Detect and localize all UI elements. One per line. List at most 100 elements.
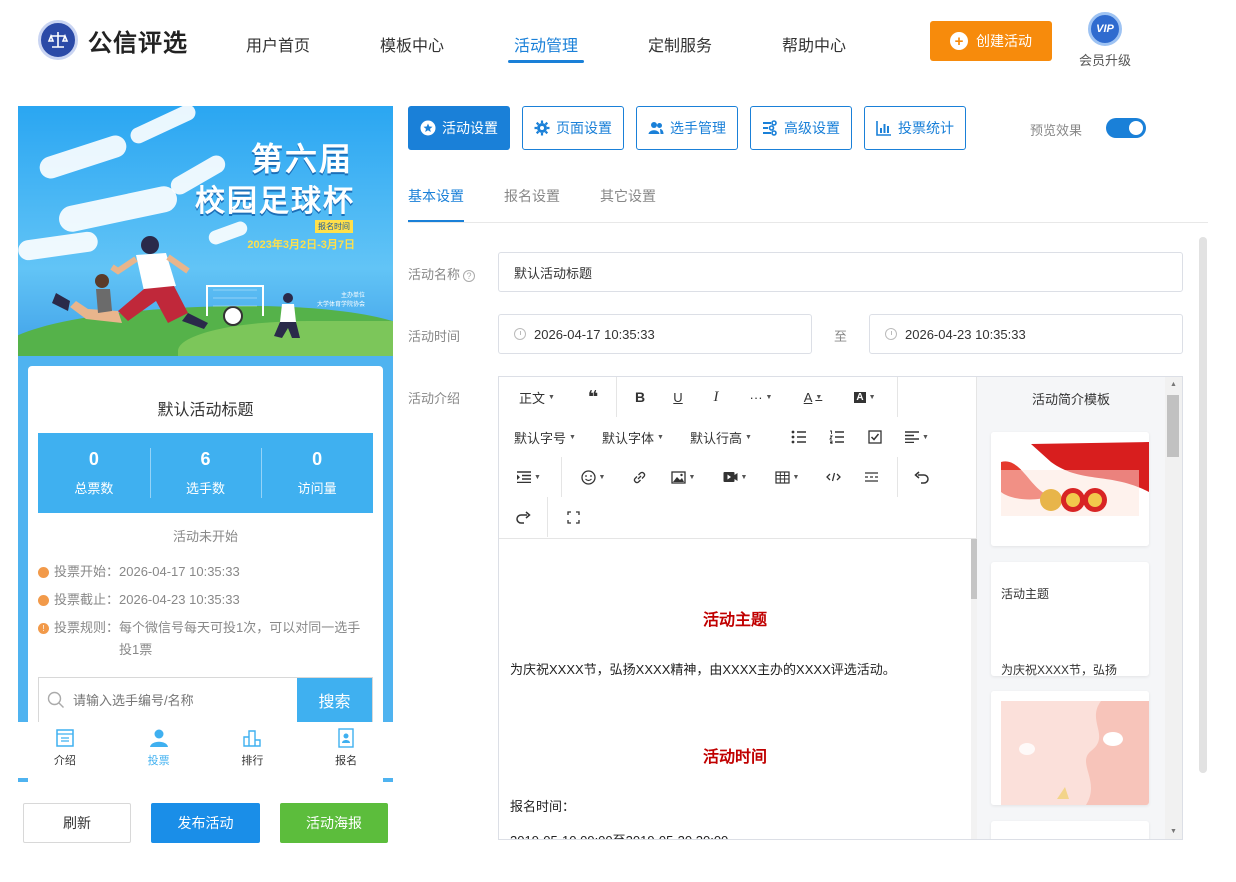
bold-button[interactable]: B [625, 377, 655, 417]
stats-panel: 0 总票数 6 选手数 0 访问量 [38, 433, 373, 513]
video-dropdown[interactable]: ▼ [717, 457, 753, 497]
banner-date: 2023年3月2日-3月7日 [247, 239, 355, 251]
template-card[interactable] [991, 432, 1149, 546]
vip-label: 会员升级 [1078, 53, 1131, 68]
vote-rule-row: ! 投票规则： 每个微信号每天可投1次，可以对同一选手投1票 [38, 617, 373, 661]
tab-vote[interactable]: 投票 [112, 722, 206, 778]
banner-title-line1: 第六届 [250, 141, 353, 177]
background-color-dropdown[interactable]: A ▼ [847, 377, 883, 417]
banner-title-line2: 校园足球杯 [195, 185, 355, 218]
nav-user-home[interactable]: 用户首页 [246, 32, 310, 56]
table-dropdown[interactable]: ▼ [769, 457, 805, 497]
activity-name-input[interactable] [498, 252, 1183, 292]
activity-poster-button[interactable]: 活动海报 [280, 803, 388, 843]
bar-chart-icon [876, 121, 891, 136]
template-card[interactable]: 活动主题 为庆祝XXXX节，弘扬 [991, 562, 1149, 676]
end-time-picker[interactable]: 2026-04-23 10:35:33 [869, 314, 1183, 354]
template-card[interactable] [991, 821, 1149, 839]
indent-dropdown[interactable]: ▼ [511, 457, 547, 497]
fullscreen-icon[interactable] [559, 497, 587, 537]
star-circle-icon [420, 120, 436, 136]
more-format-dropdown[interactable]: ··· ▼ [743, 377, 779, 417]
editor-content[interactable]: 活动主题 为庆祝XXXX节，弘扬XXXX精神，由XXXX主办的XXXX评选活动。… [499, 539, 971, 839]
search-icon [47, 691, 64, 708]
font-size-dropdown[interactable]: 默认字号 ▼ [511, 417, 579, 457]
underline-button[interactable]: U [663, 377, 693, 417]
info-icon: ! [38, 623, 49, 634]
search-input[interactable] [39, 678, 297, 722]
help-icon[interactable]: ? [463, 270, 476, 282]
template-scrollbar[interactable]: ▲ ▼ [1165, 377, 1182, 839]
refresh-button[interactable]: 刷新 [23, 803, 131, 843]
code-icon[interactable] [819, 457, 847, 497]
settings-scrollbar[interactable] [1199, 237, 1207, 773]
divider-line-icon[interactable] [857, 457, 885, 497]
tab-page-settings[interactable]: 页面设置 [522, 106, 624, 150]
nav-custom-service[interactable]: 定制服务 [648, 32, 712, 56]
vip-upgrade[interactable]: VIP 会员升级 [1076, 12, 1134, 69]
mobile-tabbar: 介绍 投票 排行 报名 [18, 722, 393, 778]
subtab-divider [408, 222, 1208, 223]
search-button[interactable]: 搜索 [297, 678, 372, 722]
user-icon [149, 729, 168, 747]
template-card[interactable] [991, 691, 1149, 805]
template-panel-title: 活动简介模板 [1031, 392, 1110, 407]
logo[interactable]: 公信评选 [38, 20, 188, 60]
content-heading-time: 活动时间 [702, 749, 767, 766]
football-player-illustration [52, 236, 208, 329]
redo-icon[interactable] [509, 497, 537, 537]
subtab-basic-settings[interactable]: 基本设置 [408, 186, 464, 206]
numbered-list-icon[interactable] [823, 417, 851, 457]
preview-toggle[interactable] [1106, 118, 1146, 138]
nav-template-center[interactable]: 模板中心 [380, 32, 444, 56]
align-dropdown[interactable]: ▼ [899, 417, 935, 457]
template-card-text: 为庆祝XXXX节，弘扬 [1001, 663, 1118, 676]
vip-badge-icon: VIP [1088, 12, 1122, 46]
link-icon[interactable] [625, 457, 653, 497]
subtab-registration-settings[interactable]: 报名设置 [504, 186, 560, 206]
font-family-dropdown[interactable]: 默认字体 ▼ [599, 417, 667, 457]
activity-name-label: 活动名称? [408, 264, 476, 283]
template-thumbnail [991, 432, 1149, 546]
document-icon [56, 729, 74, 747]
clock-icon [38, 567, 49, 578]
checkbox-icon[interactable] [861, 417, 889, 457]
logo-text: 公信评选 [88, 29, 188, 57]
users-icon [648, 122, 664, 134]
font-color-dropdown[interactable]: A ▼ [795, 377, 831, 417]
italic-button[interactable]: I [701, 377, 731, 417]
paragraph-style-dropdown[interactable]: 正文 ▼ [509, 377, 565, 417]
nav-active-indicator [508, 60, 584, 63]
publish-activity-button[interactable]: 发布活动 [151, 803, 260, 843]
tab-register[interactable]: 报名 [299, 722, 393, 778]
template-thumbnail [991, 691, 1149, 805]
activity-info-card: 默认活动标题 0 总票数 6 选手数 0 访问量 活动未开始 投票开始： 202… [28, 366, 383, 782]
start-time-picker[interactable]: 2026-04-17 10:35:33 [498, 314, 812, 354]
contestant-search: 搜索 [38, 677, 373, 723]
content-paragraph: 为庆祝XXXX节，弘扬XXXX精神，由XXXX主办的XXXX评选活动。 [510, 662, 896, 677]
scales-logo-icon [38, 20, 78, 60]
time-range-separator: 至 [834, 329, 848, 344]
bullet-list-icon[interactable] [785, 417, 813, 457]
activity-status: 活动未开始 [172, 529, 238, 544]
stat-contestants: 6 选手数 [149, 433, 262, 513]
subtab-other-settings[interactable]: 其它设置 [600, 186, 656, 206]
tab-vote-statistics[interactable]: 投票统计 [864, 106, 966, 150]
image-dropdown[interactable]: ▼ [665, 457, 701, 497]
quote-icon[interactable]: ❝ [575, 377, 611, 417]
nav-help-center[interactable]: 帮助中心 [782, 32, 846, 56]
nav-activity-management[interactable]: 活动管理 [514, 32, 578, 56]
content-paragraph: 2019-05-10 09:00至2019-05-20 20:00 [510, 830, 728, 839]
stat-visits: 0 访问量 [261, 433, 373, 513]
content-heading-theme: 活动主题 [702, 612, 767, 629]
undo-icon[interactable] [907, 457, 935, 497]
tab-contestant-management[interactable]: 选手管理 [636, 106, 738, 150]
tab-advanced-settings[interactable]: 高级设置 [750, 106, 852, 150]
tab-intro[interactable]: 介绍 [18, 722, 112, 778]
emoji-dropdown[interactable]: ▼ [575, 457, 611, 497]
template-card-title: 活动主题 [1001, 587, 1050, 601]
tab-ranking[interactable]: 排行 [206, 722, 300, 778]
tab-activity-settings[interactable]: 活动设置 [408, 106, 510, 150]
create-activity-button[interactable]: + 创建活动 [930, 21, 1052, 61]
line-height-dropdown[interactable]: 默认行高 ▼ [687, 417, 755, 457]
